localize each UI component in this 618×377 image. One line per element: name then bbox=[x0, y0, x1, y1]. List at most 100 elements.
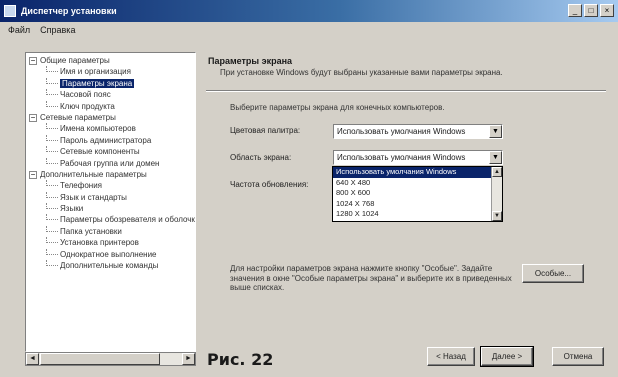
section-description: При установке Windows будут выбраны указ… bbox=[220, 68, 503, 77]
dropdown-option[interactable]: 800 X 600 bbox=[333, 188, 502, 199]
instruction-text: Выберите параметры экрана для конечных к… bbox=[230, 103, 445, 112]
tree-item[interactable]: Часовой пояс bbox=[26, 89, 195, 100]
tree-item-label: Дополнительные команды bbox=[60, 261, 159, 271]
refresh-rate-label: Частота обновления: bbox=[230, 180, 309, 189]
tree-connector bbox=[46, 191, 58, 198]
section-title: Параметры экрана bbox=[208, 56, 293, 66]
tree-connector bbox=[46, 180, 58, 187]
tree-item-label: Дополнительные параметры bbox=[40, 169, 147, 179]
tree-item[interactable]: Язык и стандарты bbox=[26, 191, 195, 203]
tree-item-label: Сетевые параметры bbox=[40, 112, 116, 122]
custom-button[interactable]: Особые... bbox=[522, 264, 584, 283]
window-controls: _ □ × bbox=[568, 4, 614, 17]
tree-item[interactable]: − Сетевые параметры bbox=[26, 112, 195, 123]
tree-item[interactable]: Пароль администратора bbox=[26, 134, 195, 146]
tree-connector bbox=[46, 146, 58, 153]
tree-item-label: Установка принтеров bbox=[60, 238, 139, 248]
tree-item-label: Имена компьютеров bbox=[60, 124, 136, 134]
figure-caption: Рис. 22 bbox=[207, 350, 274, 369]
tree-item-label: Параметры экрана bbox=[60, 78, 135, 88]
tree-item[interactable]: Имя и организация bbox=[26, 66, 195, 77]
menu-bar: Файл Справка bbox=[0, 22, 618, 38]
tree-connector bbox=[46, 237, 58, 244]
tree-connector bbox=[46, 214, 58, 221]
dropdown-option[interactable]: 1280 X 1024 bbox=[333, 209, 502, 220]
menu-file[interactable]: Файл bbox=[8, 25, 30, 35]
tree-item[interactable]: Дополнительные команды bbox=[26, 260, 195, 271]
tree-horizontal-scrollbar[interactable]: ◄ ► bbox=[25, 352, 196, 366]
dropdown-option[interactable]: 640 X 480 bbox=[333, 178, 502, 189]
collapse-icon[interactable]: − bbox=[29, 113, 37, 122]
settings-tree[interactable]: − Общие параметры Имя и организация Парамет… bbox=[25, 52, 196, 352]
tree-item-label: Часовой пояс bbox=[60, 90, 111, 100]
tree-item[interactable]: Параметры обозревателя и оболочки bbox=[26, 214, 195, 225]
tree-item-label: Общие параметры bbox=[40, 56, 110, 65]
tree-item-label: Пароль администратора bbox=[60, 135, 152, 145]
window-title: Диспетчер установки bbox=[21, 6, 117, 16]
menu-help[interactable]: Справка bbox=[40, 25, 75, 35]
tree-list: − Общие параметры Имя и организация Парамет… bbox=[26, 55, 195, 271]
cancel-button[interactable]: Отмена bbox=[552, 347, 604, 366]
tree-connector bbox=[46, 225, 58, 232]
screen-area-value: Использовать умолчания Windows bbox=[337, 153, 466, 162]
app-icon bbox=[4, 5, 16, 17]
color-palette-value: Использовать умолчания Windows bbox=[337, 127, 466, 136]
next-button[interactable]: Далее > bbox=[480, 346, 534, 367]
tree-connector bbox=[46, 123, 58, 130]
tree-item-label: Параметры обозревателя и оболочки bbox=[60, 215, 196, 225]
tree-item[interactable]: Однократное выполнение bbox=[26, 248, 195, 260]
tree-connector bbox=[46, 260, 58, 267]
tree-item[interactable]: Телефония bbox=[26, 180, 195, 191]
close-button[interactable]: × bbox=[600, 4, 614, 17]
minimize-button[interactable]: _ bbox=[568, 4, 582, 17]
color-palette-label: Цветовая палитра: bbox=[230, 126, 301, 135]
tree-item[interactable]: Языки bbox=[26, 203, 195, 214]
dropdown-items: Использовать умолчания Windows 640 X 480 8… bbox=[333, 167, 502, 220]
tree-item[interactable]: Папка установки bbox=[26, 225, 195, 237]
color-palette-select[interactable]: Использовать умолчания Windows ▼ bbox=[333, 124, 503, 139]
collapse-icon[interactable]: − bbox=[29, 170, 37, 179]
tree-connector bbox=[46, 89, 58, 96]
chevron-down-icon[interactable]: ▼ bbox=[489, 151, 502, 164]
dropdown-option[interactable]: 1024 X 768 bbox=[333, 199, 502, 210]
scroll-right-icon[interactable]: ► bbox=[182, 353, 195, 365]
dropdown-scrollbar[interactable]: ▲ ▼ bbox=[491, 167, 502, 221]
tree-connector bbox=[46, 100, 58, 107]
collapse-icon[interactable]: − bbox=[29, 57, 37, 65]
tree-item[interactable]: − Общие параметры bbox=[26, 55, 195, 66]
tree-item-label: Имя и организация bbox=[60, 67, 131, 77]
tree-item[interactable]: Ключ продукта bbox=[26, 100, 195, 112]
tree-item-label: Телефония bbox=[60, 181, 102, 191]
tree-item[interactable]: Рабочая группа или домен bbox=[26, 157, 195, 169]
tree-connector bbox=[46, 77, 58, 84]
tree-item-label: Языки bbox=[60, 204, 84, 214]
tree-item[interactable]: Параметры экрана bbox=[26, 77, 195, 89]
tree-item-label: Папка установки bbox=[60, 226, 122, 236]
scroll-left-icon[interactable]: ◄ bbox=[26, 353, 39, 365]
tree-item[interactable]: Имена компьютеров bbox=[26, 123, 195, 134]
tree-item[interactable]: Сетевые компоненты bbox=[26, 146, 195, 157]
tree-item-label: Язык и стандарты bbox=[60, 192, 127, 202]
scroll-down-icon[interactable]: ▼ bbox=[492, 211, 502, 221]
tree-item[interactable]: − Дополнительные параметры bbox=[26, 169, 195, 180]
screen-area-select[interactable]: Использовать умолчания Windows ▼ bbox=[333, 150, 503, 165]
tree-connector bbox=[46, 203, 58, 210]
scroll-thumb[interactable] bbox=[40, 353, 160, 365]
screen-area-dropdown[interactable]: Использовать умолчания Windows 640 X 480 8… bbox=[332, 166, 503, 222]
scroll-up-icon[interactable]: ▲ bbox=[492, 167, 502, 177]
tree-connector bbox=[46, 248, 58, 255]
tree-item-label: Сетевые компоненты bbox=[60, 147, 140, 157]
maximize-button[interactable]: □ bbox=[584, 4, 598, 17]
tree-item-label: Ключ продукта bbox=[60, 101, 115, 111]
header-separator bbox=[206, 90, 606, 92]
back-button[interactable]: < Назад bbox=[427, 347, 475, 366]
chevron-down-icon[interactable]: ▼ bbox=[489, 125, 502, 138]
tree-item[interactable]: Установка принтеров bbox=[26, 237, 195, 248]
tree-item-label: Однократное выполнение bbox=[60, 249, 157, 259]
tree-connector bbox=[46, 157, 58, 164]
tree-connector bbox=[46, 134, 58, 141]
tree-item-label: Рабочая группа или домен bbox=[60, 158, 160, 168]
dropdown-option[interactable]: Использовать умолчания Windows bbox=[333, 167, 502, 178]
title-bar: Диспетчер установки _ □ × bbox=[0, 0, 618, 22]
custom-settings-text: Для настройки параметров экрана нажмите … bbox=[230, 264, 512, 292]
